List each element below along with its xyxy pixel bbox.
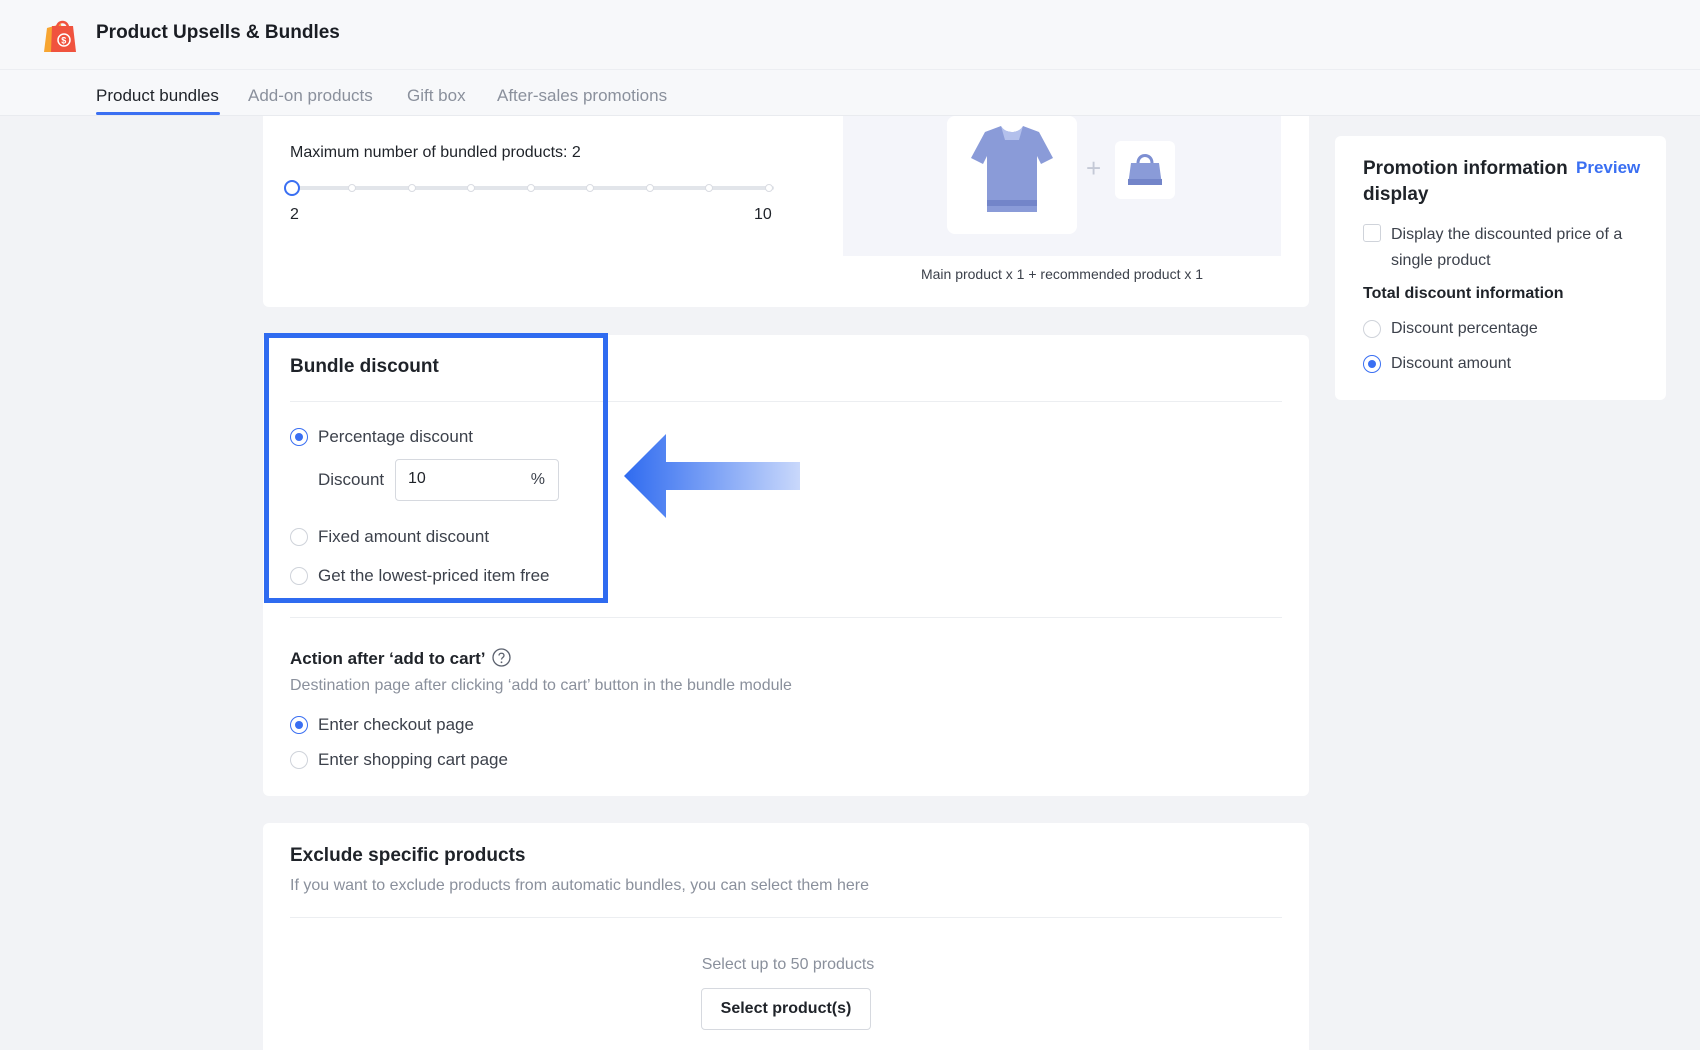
- app-title: Product Upsells & Bundles: [96, 22, 340, 43]
- total-discount-title: Total discount information: [1363, 285, 1564, 302]
- slider-tick: [586, 184, 594, 192]
- tab-after-sales-promotions[interactable]: After-sales promotions: [497, 86, 667, 106]
- shopping-cart-page-label: Enter shopping cart page: [318, 750, 508, 769]
- select-products-button[interactable]: Select product(s): [701, 988, 871, 1030]
- slider-tick: [527, 184, 535, 192]
- app-header: $ Product Upsells & Bundles: [0, 0, 1700, 70]
- discount-amount-radio[interactable]: [1363, 355, 1381, 373]
- exclude-products-title: Exclude specific products: [290, 845, 526, 866]
- bundle-preview-caption: Main product x 1 + recommended product x…: [920, 266, 1204, 282]
- main-product-thumbnail: [947, 116, 1077, 234]
- shopping-bag-icon: $: [44, 20, 76, 52]
- arrow-left-icon: [624, 434, 800, 518]
- svg-text:$: $: [61, 36, 66, 46]
- divider: [290, 917, 1282, 918]
- cart-action-title: Action after ‘add to cart’: [290, 649, 486, 668]
- plus-sign: +: [1086, 153, 1102, 183]
- discount-percentage-radio[interactable]: [1363, 320, 1381, 338]
- tab-bar: Product bundles Add-on products Gift box…: [0, 70, 1700, 116]
- highlight-box: [264, 333, 608, 603]
- recommended-product-thumbnail: [1115, 141, 1175, 199]
- slider-tick: [348, 184, 356, 192]
- discounted-price-checkbox[interactable]: [1363, 224, 1381, 242]
- slider-handle[interactable]: [284, 180, 300, 196]
- divider: [290, 617, 1282, 618]
- max-bundled-label: Maximum number of bundled products: 2: [290, 144, 581, 161]
- slider-tick: [467, 184, 475, 192]
- slider-max-label: 10: [754, 206, 772, 223]
- checkout-page-label: Enter checkout page: [318, 715, 474, 734]
- active-tab-indicator: [96, 112, 220, 115]
- tab-gift-box[interactable]: Gift box: [407, 86, 466, 106]
- slider-tick: [705, 184, 713, 192]
- discount-percentage-label: Discount percentage: [1391, 320, 1538, 337]
- preview-link[interactable]: Preview: [1576, 158, 1640, 178]
- help-icon[interactable]: [492, 648, 511, 667]
- exclude-products-description: If you want to exclude products from aut…: [290, 877, 869, 894]
- handbag-icon: [1128, 154, 1162, 185]
- tab-product-bundles[interactable]: Product bundles: [96, 86, 219, 106]
- slider-tick: [646, 184, 654, 192]
- cart-action-description: Destination page after clicking ‘add to …: [290, 677, 792, 694]
- discount-amount-label: Discount amount: [1391, 355, 1512, 372]
- checkout-page-radio[interactable]: [290, 716, 308, 734]
- slider-min-label: 2: [290, 206, 299, 223]
- slider-tick: [765, 184, 773, 192]
- tab-add-on-products[interactable]: Add-on products: [248, 86, 373, 106]
- shopping-cart-page-radio[interactable]: [290, 751, 308, 769]
- select-limit-hint: Select up to 50 products: [701, 956, 875, 973]
- tshirt-icon: [971, 126, 1053, 212]
- discounted-price-label: Display the discounted price of a single…: [1391, 226, 1623, 269]
- slider-tick: [408, 184, 416, 192]
- promotion-display-title: Promotion information display: [1363, 158, 1568, 205]
